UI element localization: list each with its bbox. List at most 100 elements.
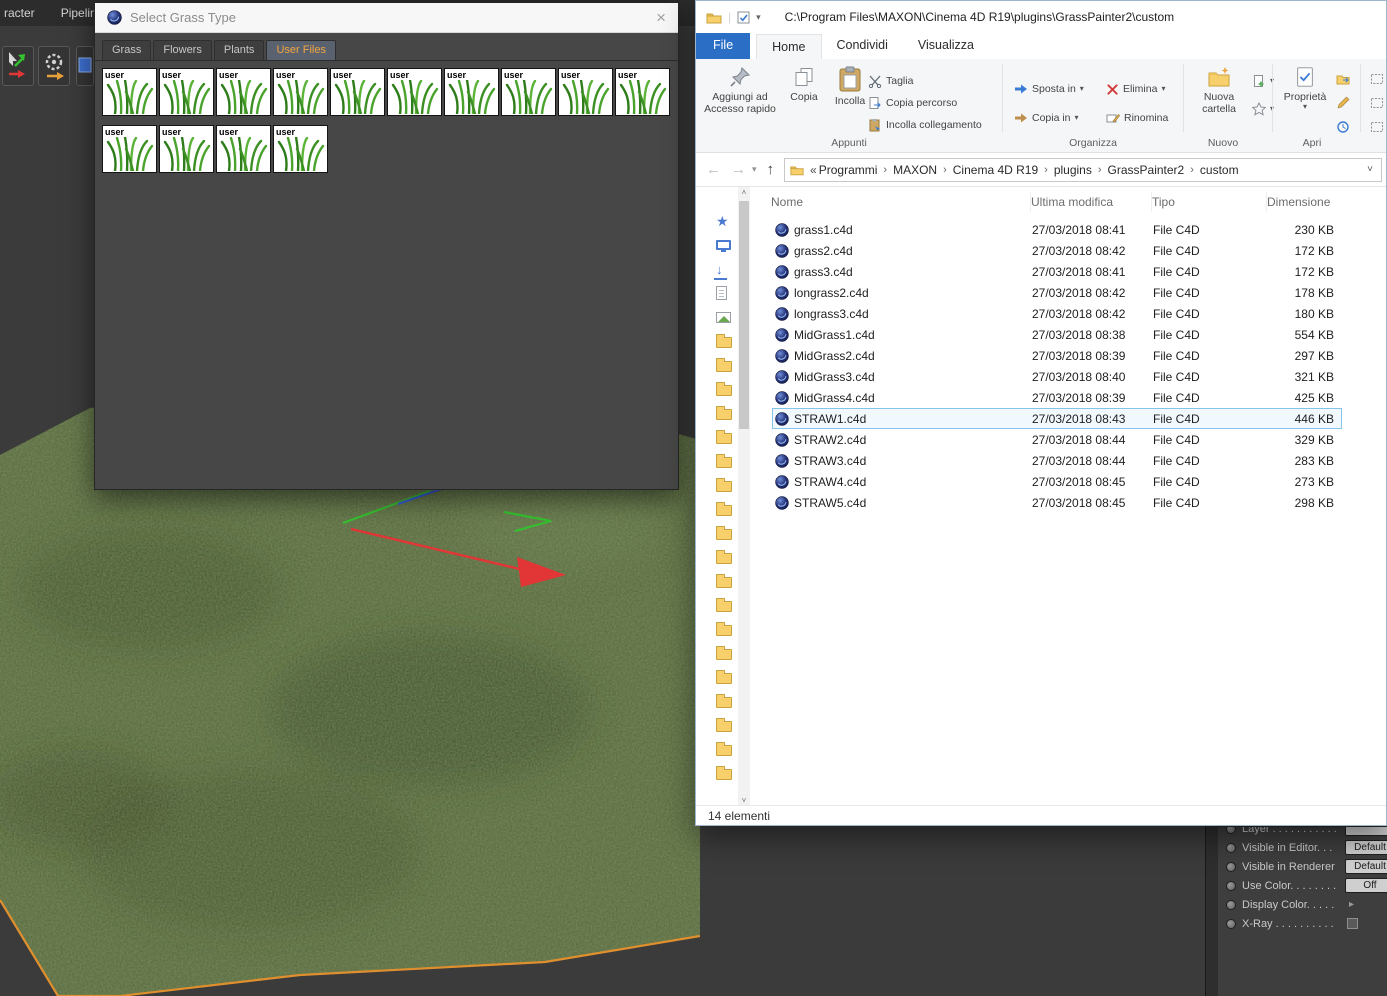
grass-thumbnail[interactable]: user	[216, 68, 271, 116]
file-row[interactable]: STRAW5.c4d 27/03/2018 08:45 File C4D 298…	[772, 492, 1342, 513]
column-header[interactable]: Ultima modifica	[1031, 192, 1152, 212]
attribute-toggle-icon[interactable]	[1226, 918, 1236, 929]
grass-thumbnail[interactable]: user	[159, 125, 214, 173]
sidebar-item[interactable]	[696, 401, 736, 425]
scrollbar-thumb[interactable]	[739, 201, 749, 429]
back-icon[interactable]: ←	[706, 161, 721, 178]
rename-button[interactable]: Rinomina	[1106, 108, 1168, 128]
address-dropdown-icon[interactable]: ˅	[1367, 164, 1381, 175]
ribbon-tab[interactable]: Visualizza	[903, 33, 989, 59]
ribbon-tab[interactable]: File	[696, 33, 751, 59]
sidebar-item[interactable]	[696, 209, 736, 233]
file-row[interactable]: STRAW1.c4d 27/03/2018 08:43 File C4D 446…	[772, 408, 1342, 429]
select-all-button[interactable]	[1370, 69, 1384, 89]
breadcrumb-item[interactable]: plugins	[1054, 163, 1092, 177]
move-to-button[interactable]: Sposta in ▾	[1014, 79, 1084, 99]
dialog-tab[interactable]: Plants	[213, 40, 265, 60]
dialog-titlebar[interactable]: Select Grass Type ×	[95, 3, 678, 33]
sidebar-item[interactable]	[696, 449, 736, 473]
grass-thumbnail[interactable]: user	[444, 68, 499, 116]
delete-button[interactable]: Elimina ▾	[1106, 79, 1165, 99]
sidebar-item[interactable]	[696, 713, 736, 737]
breadcrumb-item[interactable]: custom	[1200, 163, 1239, 177]
sidebar-item[interactable]	[696, 233, 736, 257]
file-row[interactable]: STRAW4.c4d 27/03/2018 08:45 File C4D 273…	[772, 471, 1342, 492]
c4d-cube-tool-icon[interactable]	[76, 46, 94, 86]
sidebar-item[interactable]	[696, 521, 736, 545]
properties-button[interactable]: Proprietà ▾	[1280, 62, 1330, 134]
sidebar-item[interactable]	[696, 569, 736, 593]
up-icon[interactable]: ↑	[767, 161, 775, 178]
attribute-toggle-icon[interactable]	[1226, 861, 1236, 872]
ribbon-tab[interactable]: Home	[756, 34, 822, 60]
scroll-up-icon[interactable]: ˄	[738, 187, 750, 199]
sidebar-item[interactable]	[696, 689, 736, 713]
new-item-button[interactable]: ▾	[1252, 71, 1274, 91]
file-row[interactable]: MidGrass4.c4d 27/03/2018 08:39 File C4D …	[772, 387, 1342, 408]
sidebar-item[interactable]	[696, 281, 736, 305]
sidebar-item[interactable]	[696, 665, 736, 689]
sidebar-item[interactable]	[696, 737, 736, 761]
scroll-down-icon[interactable]: ˅	[738, 795, 750, 805]
sidebar-item[interactable]	[696, 641, 736, 665]
paste-shortcut-button[interactable]: Incolla collegamento	[868, 115, 982, 135]
c4d-menu-item[interactable]: racter	[4, 6, 35, 20]
grass-thumbnail[interactable]: user	[501, 68, 556, 116]
dialog-tab[interactable]: Grass	[102, 40, 152, 60]
breadcrumb-overflow[interactable]: «	[810, 163, 817, 177]
dialog-tab[interactable]: User Files	[266, 40, 336, 60]
grass-thumbnail[interactable]: user	[102, 125, 157, 173]
sidebar-item[interactable]	[696, 617, 736, 641]
attribute-value-button[interactable]: Default	[1345, 859, 1387, 874]
select-none-button[interactable]	[1370, 93, 1384, 113]
explorer-titlebar[interactable]: | ▾ C:\Program Files\MAXON\Cinema 4D R19…	[696, 1, 1386, 33]
attribute-value-button[interactable]: Off	[1345, 878, 1387, 893]
file-row[interactable]: MidGrass3.c4d 27/03/2018 08:40 File C4D …	[772, 366, 1342, 387]
address-bar[interactable]: « › Programmi › MAXON › Cinema 4D R19 › …	[784, 157, 1382, 182]
history-icon-button[interactable]	[1336, 117, 1350, 137]
open-button[interactable]	[1336, 69, 1350, 89]
file-row[interactable]: STRAW2.c4d 27/03/2018 08:44 File C4D 329…	[772, 429, 1342, 450]
recent-locations-icon[interactable]: ▾	[752, 164, 757, 175]
grass-thumbnail[interactable]: user	[102, 68, 157, 116]
copy-to-button[interactable]: Copia in ▾	[1014, 108, 1079, 128]
invert-selection-button[interactable]	[1370, 117, 1384, 137]
sidebar-item[interactable]	[696, 329, 736, 353]
grass-thumbnail[interactable]: user	[387, 68, 442, 116]
column-header[interactable]: Dimensione	[1267, 192, 1341, 212]
sidebar-item[interactable]	[696, 497, 736, 521]
sidebar-item[interactable]	[696, 593, 736, 617]
attribute-checkbox[interactable]	[1347, 918, 1358, 929]
panel-splitter[interactable]	[1205, 822, 1218, 996]
sidebar-item[interactable]	[696, 377, 736, 401]
copy-path-button[interactable]: Copia percorso	[868, 93, 957, 113]
attribute-toggle-icon[interactable]	[1226, 899, 1236, 910]
easy-access-button[interactable]: ▾	[1252, 99, 1274, 119]
attribute-toggle-icon[interactable]	[1226, 880, 1236, 891]
breadcrumb-item[interactable]: Programmi	[819, 163, 878, 177]
file-row[interactable]: grass1.c4d 27/03/2018 08:41 File C4D 230…	[772, 219, 1342, 240]
sidebar-item[interactable]	[696, 305, 736, 329]
attribute-value-button[interactable]	[1345, 827, 1387, 836]
sidebar-item[interactable]	[696, 257, 736, 281]
grass-thumbnail[interactable]: user	[558, 68, 613, 116]
close-icon[interactable]: ×	[656, 9, 666, 26]
edit-button[interactable]	[1336, 93, 1350, 113]
breadcrumb-item[interactable]: MAXON	[893, 163, 937, 177]
sidebar-item[interactable]	[696, 353, 736, 377]
grass-thumbnail[interactable]: user	[273, 68, 328, 116]
attribute-toggle-icon[interactable]	[1226, 842, 1236, 853]
grass-thumbnail[interactable]: user	[615, 68, 670, 116]
grass-thumbnail[interactable]: user	[273, 125, 328, 173]
file-row[interactable]: MidGrass1.c4d 27/03/2018 08:38 File C4D …	[772, 324, 1342, 345]
breadcrumb-item[interactable]: Cinema 4D R19	[953, 163, 1038, 177]
dialog-tab[interactable]: Flowers	[153, 40, 212, 60]
pin-to-quick-access-button[interactable]: Aggiungi ad Accesso rapido	[700, 62, 780, 134]
file-row[interactable]: STRAW3.c4d 27/03/2018 08:44 File C4D 283…	[772, 450, 1342, 471]
file-row[interactable]: longrass2.c4d 27/03/2018 08:42 File C4D …	[772, 282, 1342, 303]
c4d-modeling-tool-icon[interactable]	[38, 46, 70, 86]
file-row[interactable]: MidGrass2.c4d 27/03/2018 08:39 File C4D …	[772, 345, 1342, 366]
properties-qat-icon[interactable]	[737, 11, 750, 24]
column-header[interactable]: Nome	[771, 192, 1031, 212]
file-row[interactable]: longrass3.c4d 27/03/2018 08:42 File C4D …	[772, 303, 1342, 324]
